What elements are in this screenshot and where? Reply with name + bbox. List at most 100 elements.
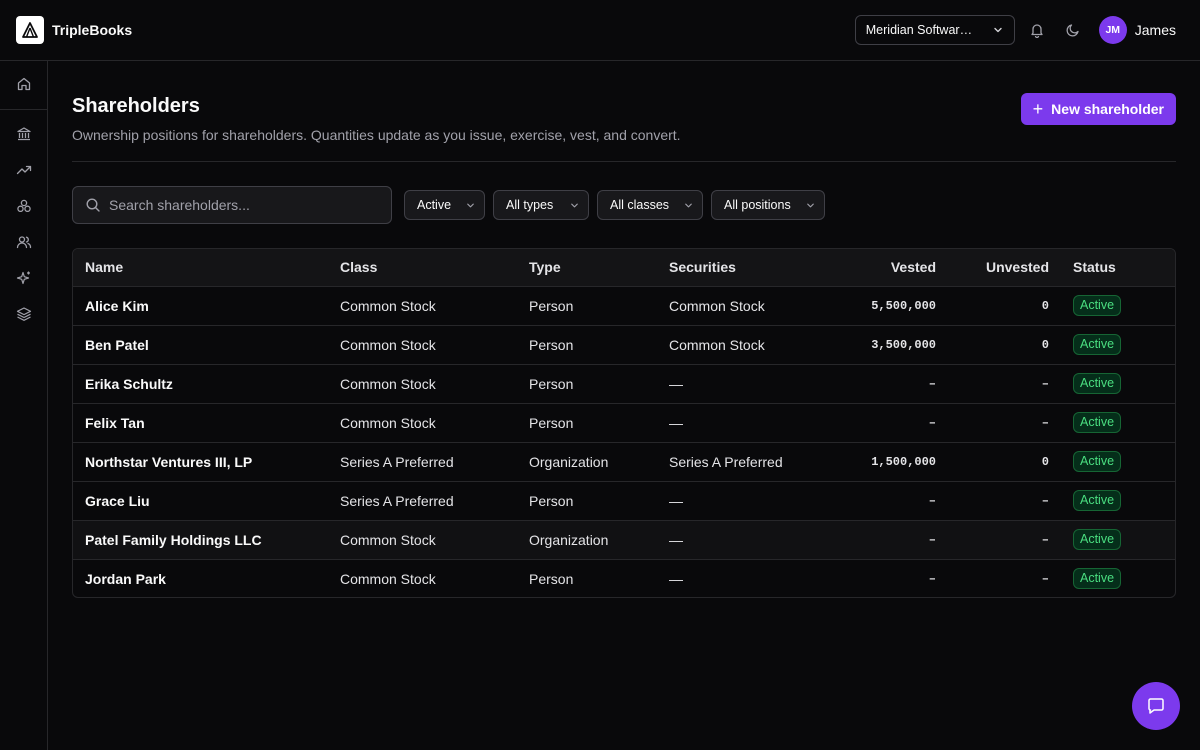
organization-name: Meridian Software, Inc. <box>865 23 978 37</box>
shareholder-type: Person <box>517 286 657 326</box>
shareholder-class: Series A Preferred <box>328 442 517 482</box>
status-filter-value: Active <box>417 198 452 212</box>
notifications-button[interactable] <box>1019 15 1055 45</box>
shareholder-securities: — <box>657 520 807 560</box>
page-subtitle: Ownership positions for shareholders. Qu… <box>72 127 681 143</box>
shareholder-securities: Common Stock <box>657 286 807 326</box>
shareholder-securities: — <box>657 364 807 404</box>
chevron-down-icon <box>571 203 578 207</box>
avatar: JM <box>1098 16 1127 44</box>
table-row[interactable]: Jordan Park Common Stock Person — – – Ac… <box>73 559 1175 597</box>
table-row[interactable]: Grace Liu Series A Preferred Person — – … <box>73 481 1175 521</box>
shareholder-class: Common Stock <box>328 364 517 404</box>
brand[interactable]: TripleBooks <box>16 16 132 44</box>
shareholder-type: Organization <box>517 520 657 560</box>
column-header-unvested[interactable]: Unvested <box>948 249 1061 287</box>
status-badge: Active <box>1073 373 1122 394</box>
position-filter[interactable]: All positions <box>711 190 825 220</box>
shareholder-name: Grace Liu <box>73 481 328 521</box>
table-row[interactable]: Alice Kim Common Stock Person Common Sto… <box>73 286 1175 326</box>
unvested-quantity: – <box>1041 571 1049 586</box>
class-filter[interactable]: All classes <box>597 190 703 220</box>
column-header-status[interactable]: Status <box>1061 249 1175 287</box>
app-name: TripleBooks <box>52 22 133 38</box>
shareholder-type: Person <box>529 570 574 587</box>
search-input[interactable] <box>109 197 369 213</box>
shareholder-class: Series A Preferred <box>328 481 517 521</box>
type-filter[interactable]: All types <box>493 190 589 220</box>
sidebar <box>0 61 48 750</box>
vested-quantity: 5,500,000 <box>807 286 948 326</box>
status-badge: Active <box>1073 295 1122 316</box>
column-header-type[interactable]: Type <box>517 249 657 287</box>
status-badge: Active <box>1073 490 1122 511</box>
shareholder-securities: — <box>669 570 683 587</box>
top-bar: TripleBooks Meridian Software, Inc. JM J… <box>0 0 1200 61</box>
shareholder-securities: Series A Preferred <box>657 442 807 482</box>
shareholder-class: Common Stock <box>328 325 517 365</box>
unvested-quantity: – <box>948 520 1061 560</box>
shareholder-name: Alice Kim <box>73 286 328 326</box>
table-row[interactable]: Felix Tan Common Stock Person — – – Acti… <box>73 403 1175 443</box>
shareholder-class: Common Stock <box>328 520 517 560</box>
layers-icon[interactable] <box>12 302 36 326</box>
shareholder-type: Person <box>517 364 657 404</box>
chat-button[interactable] <box>1132 682 1180 730</box>
table-row[interactable]: Ben Patel Common Stock Person Common Sto… <box>73 325 1175 365</box>
cap-table-icon[interactable] <box>12 194 36 218</box>
moon-icon <box>1066 24 1079 37</box>
header-divider <box>72 161 1176 162</box>
shareholder-name: Jordan Park <box>85 570 166 587</box>
type-filter-value: All types <box>506 198 554 212</box>
status-badge: Active <box>1073 529 1122 550</box>
column-header-vested[interactable]: Vested <box>807 249 948 287</box>
chat-icon <box>1148 698 1164 714</box>
table-row[interactable]: Northstar Ventures III, LP Series A Pref… <box>73 442 1175 482</box>
status-badge: Active <box>1073 451 1122 472</box>
column-header-class[interactable]: Class <box>328 249 517 287</box>
vested-quantity: – <box>807 520 948 560</box>
shareholder-securities: — <box>657 403 807 443</box>
unvested-quantity: 0 <box>948 442 1061 482</box>
shareholder-class: Common Stock <box>340 570 436 587</box>
shareholder-type: Person <box>517 481 657 521</box>
chevron-down-icon <box>685 203 692 207</box>
new-shareholder-button[interactable]: + New shareholder <box>1020 93 1176 125</box>
bank-icon[interactable] <box>12 122 36 146</box>
status-filter[interactable]: Active <box>404 190 485 220</box>
table-row[interactable]: Patel Family Holdings LLC Common Stock O… <box>73 520 1175 560</box>
shareholder-name: Ben Patel <box>73 325 328 365</box>
theme-toggle-button[interactable] <box>1055 15 1091 45</box>
table-row[interactable]: Erika Schultz Common Stock Person — – – … <box>73 364 1175 404</box>
users-icon[interactable] <box>12 230 36 254</box>
chevron-down-icon <box>807 203 814 207</box>
vested-quantity: – <box>807 403 948 443</box>
table-header-row: Name Class Type Securities Vested Unvest… <box>73 249 1175 287</box>
chevron-down-icon <box>994 27 1002 33</box>
shareholder-type: Person <box>517 403 657 443</box>
position-filter-value: All positions <box>724 198 791 212</box>
sparkles-icon[interactable] <box>12 266 36 290</box>
shareholder-name: Patel Family Holdings LLC <box>73 520 328 560</box>
status-badge: Active <box>1073 334 1122 355</box>
organization-select[interactable]: Meridian Software, Inc. <box>854 15 1015 45</box>
bell-icon <box>1031 24 1043 38</box>
trending-up-icon[interactable] <box>12 158 36 182</box>
class-filter-value: All classes <box>610 198 670 212</box>
search-icon <box>86 198 100 212</box>
column-header-name[interactable]: Name <box>73 249 328 287</box>
shareholder-class: Common Stock <box>328 286 517 326</box>
new-shareholder-label: New shareholder <box>1051 101 1164 117</box>
shareholder-type: Person <box>517 325 657 365</box>
page-title: Shareholders <box>72 95 200 117</box>
shareholder-class: Common Stock <box>328 403 517 443</box>
unvested-quantity: 0 <box>948 286 1061 326</box>
user-menu[interactable]: JM James <box>1098 16 1176 44</box>
unvested-quantity: – <box>948 364 1061 404</box>
shareholder-type: Organization <box>517 442 657 482</box>
search-box[interactable] <box>72 186 392 224</box>
home-icon[interactable] <box>12 72 36 96</box>
unvested-quantity: – <box>948 481 1061 521</box>
shareholder-name: Northstar Ventures III, LP <box>73 442 328 482</box>
column-header-securities[interactable]: Securities <box>657 249 807 287</box>
